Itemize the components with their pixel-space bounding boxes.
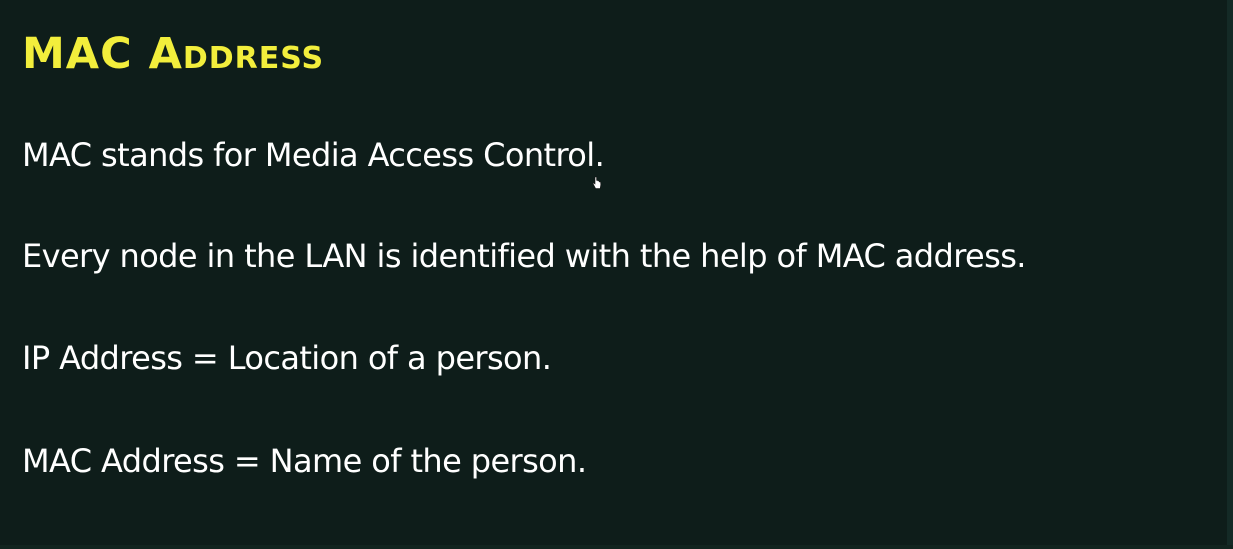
slide-text-line: Every node in the LAN is identified with… <box>22 237 1026 275</box>
slide-title: MAC Address <box>22 29 325 79</box>
slide-right-edge <box>1227 0 1233 549</box>
presentation-slide: MAC Address MAC stands for Media Access … <box>0 0 1233 549</box>
hand-pointer-icon <box>592 176 602 189</box>
slide-bottom-edge <box>0 545 1233 549</box>
slide-text-line: MAC stands for Media Access Control. <box>22 136 605 174</box>
slide-text-line: MAC Address = Name of the person. <box>22 442 587 480</box>
slide-text-line: IP Address = Location of a person. <box>22 339 552 377</box>
